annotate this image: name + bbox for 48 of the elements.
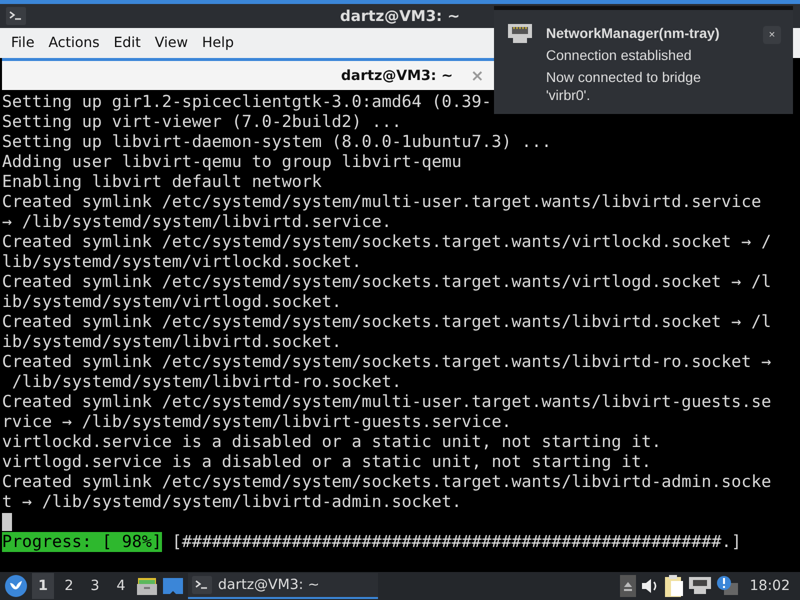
terminal-line: t → /lib/systemd/system/libvirtd-admin.socket. xyxy=(2,492,462,512)
workspace-button[interactable]: 2 xyxy=(58,573,80,599)
terminal-line: Adding user libvirt-qemu to group libvirt-qemu xyxy=(2,152,462,172)
task-button[interactable]: dartz@VM3: ~ xyxy=(188,573,378,599)
terminal-line: Created symlink /etc/systemd/system/multi-user.target.wants/libvirtd.service xyxy=(2,192,762,212)
workspace-button[interactable]: 3 xyxy=(84,573,106,599)
notification-title: NetworkManager(nm-tray) xyxy=(546,24,720,43)
clock: 18:02 xyxy=(750,578,790,594)
terminal-line: Created symlink /etc/systemd/system/sockets.target.wants/virtlockd.socket → / xyxy=(2,232,772,252)
terminal-icon xyxy=(6,7,26,25)
terminal-line: Setting up libvirt-daemon-system (8.0.0-1ubuntu7.3) ... xyxy=(2,132,552,152)
progress-label: Progress: [ 98%] xyxy=(2,532,162,552)
terminal-icon xyxy=(192,576,212,594)
terminal-line: ib/systemd/system/virtlogd.socket. xyxy=(2,292,342,312)
terminal-line: virtlogd.service is a disabled or a static unit, not starting it. xyxy=(2,452,652,472)
terminal-line: Created symlink /etc/systemd/system/sockets.target.wants/libvirtd-admin.socke xyxy=(2,472,772,492)
menu-item[interactable]: View xyxy=(148,31,195,55)
terminal-line: Created symlink /etc/systemd/system/multi-user.target.wants/libvirt-guests.se xyxy=(2,392,772,412)
terminal-line: ib/systemd/system/libvirtd.socket. xyxy=(2,332,342,352)
terminal-line: Enabling libvirt default network xyxy=(2,172,322,192)
terminal-line: virtlockd.service is a disabled or a static unit, not starting it. xyxy=(2,432,662,452)
ethernet-icon xyxy=(506,22,534,46)
network-icon[interactable] xyxy=(688,576,712,596)
workspace-button[interactable]: 4 xyxy=(110,573,132,599)
cursor xyxy=(2,513,12,531)
progress-hashes: [######################################################.] xyxy=(172,532,742,552)
terminal-line: Setting up gir1.2-spiceclientgtk-3.0:amd64 (0.39- xyxy=(2,92,492,112)
workspace-button[interactable]: 1 xyxy=(32,573,54,599)
window-title: dartz@VM3: ~ xyxy=(340,7,460,25)
menu-item[interactable]: Edit xyxy=(106,31,148,55)
clipboard-icon[interactable] xyxy=(664,574,684,598)
start-menu-icon[interactable] xyxy=(4,574,28,598)
terminal-line: Setting up virt-viewer (7.0-2build2) ... xyxy=(2,112,402,132)
file-manager-icon[interactable] xyxy=(136,575,158,597)
terminal-line: /lib/systemd/system/libvirtd-ro.socket. xyxy=(10,372,402,392)
terminal-line: Created symlink /etc/systemd/system/sockets.target.wants/virtlogd.socket → /l xyxy=(2,272,772,292)
notification-icon[interactable] xyxy=(716,575,740,597)
menu-item[interactable]: Actions xyxy=(41,31,107,55)
terminal-line: lib/systemd/system/virtlockd.socket. xyxy=(2,252,362,272)
close-button[interactable]: × xyxy=(763,26,781,44)
terminal-line: rvice → /lib/systemd/system/libvirt-guests.service. xyxy=(2,412,512,432)
menu-item[interactable]: Help xyxy=(194,31,241,55)
desktop-icon[interactable] xyxy=(162,575,184,597)
menu-item[interactable]: File xyxy=(4,31,42,55)
terminal-line: → /lib/systemd/system/libvirtd.service. xyxy=(2,212,392,232)
eject-icon[interactable] xyxy=(620,575,636,597)
terminal-line: Created symlink /etc/systemd/system/sockets.target.wants/libvirtd-ro.socket → xyxy=(2,352,772,372)
terminal-line: Created symlink /etc/systemd/system/sockets.target.wants/libvirtd.socket → /l xyxy=(2,312,772,332)
